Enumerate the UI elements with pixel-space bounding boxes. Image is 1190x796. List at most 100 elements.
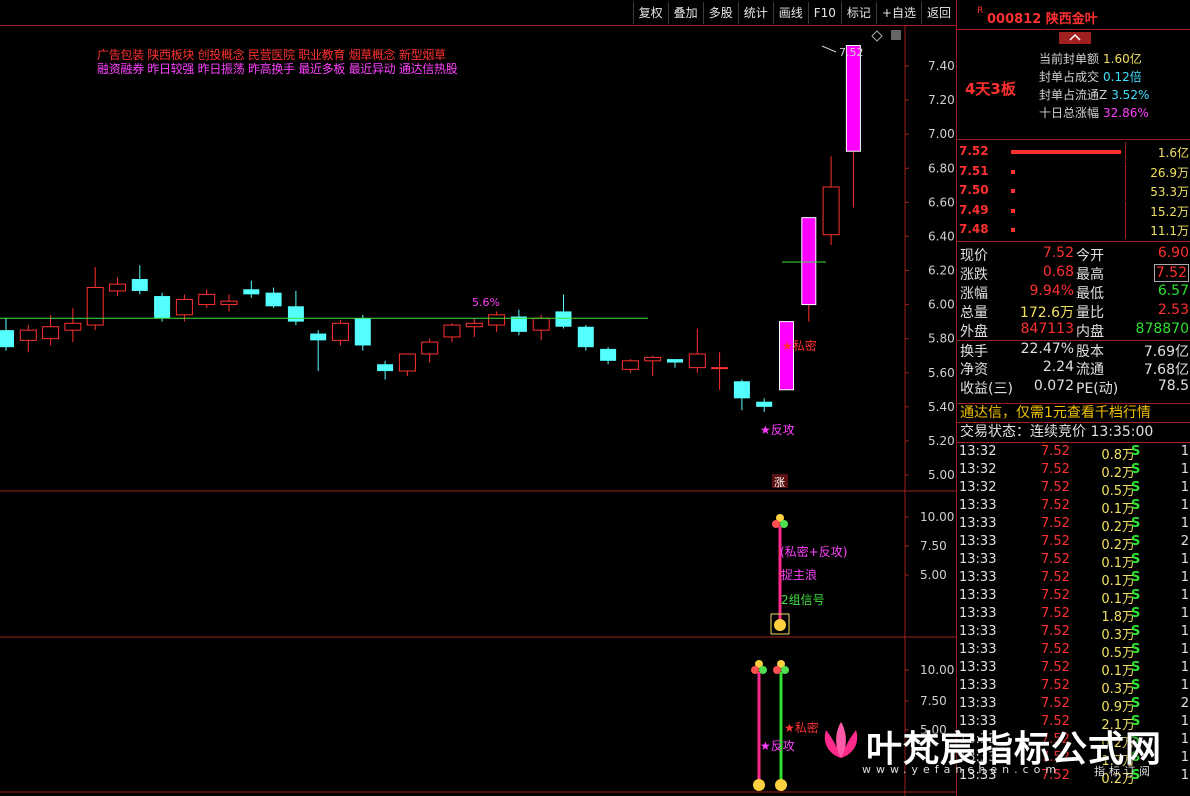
order-book: 7.52 1.6亿 7.51 26.9万 7.50 53.3万 7.49 15.2万 7.48 1… <box>957 140 1190 242</box>
toolbar-item[interactable]: +自选 <box>875 1 921 24</box>
quote-row: 总量 172.6万 量比 2.53 <box>957 302 1190 321</box>
quote-row: 外盘 847113 内盘 878870 <box>957 321 1190 340</box>
toolbar-item[interactable]: 叠加 <box>667 1 703 24</box>
fangong-annotation: ★反攻 <box>760 423 795 437</box>
price-axis-label: 7.40 <box>928 59 955 73</box>
sub2-axis-label: 7.50 <box>920 694 947 708</box>
candle <box>488 311 506 332</box>
quote-value: 78.5 <box>1157 378 1189 394</box>
candle <box>0 318 14 351</box>
tick-time: 13:33 <box>959 516 997 531</box>
tick-volume: 0.1万 <box>1101 574 1135 589</box>
tick-row: 13:33 7.52 0.2万 S 1 <box>957 732 1190 751</box>
tick-price: 7.52 <box>1041 462 1070 477</box>
last-price-label: 7.52 <box>839 46 864 59</box>
toolbar-item[interactable]: 画线 <box>772 1 808 24</box>
signal-balls-icon <box>751 660 767 674</box>
quote-value: 2.53 <box>1157 302 1189 318</box>
sub2-axis-label: 10.00 <box>920 663 954 677</box>
tick-side: S <box>1131 462 1141 477</box>
tick-time: 13:32 <box>959 480 997 495</box>
candle <box>198 289 216 308</box>
tick-side: S <box>1131 606 1141 621</box>
sub1-signal-text: (私密+反攻) <box>780 544 847 559</box>
candle <box>310 330 327 372</box>
price-axis-label: 6.80 <box>928 161 955 175</box>
candle <box>822 156 840 245</box>
tdx-ad-banner[interactable]: 通达信，仅需1元查看千档行情 <box>957 403 1190 423</box>
stock-code-name: 000812 陕西金叶 <box>987 12 1098 27</box>
ob-divider <box>1125 161 1126 181</box>
tick-price: 7.52 <box>1041 606 1070 621</box>
tick-list[interactable]: 13:32 7.52 0.8万 S 1 13:32 7.52 0.2万 S 1 13:32 7.52 0… <box>957 444 1190 787</box>
tick-time: 13:33 <box>959 696 997 711</box>
tick-side: S <box>1131 732 1141 747</box>
candle <box>42 314 60 346</box>
price-axis-label: 5.20 <box>928 434 955 448</box>
tick-count: 1 <box>1180 624 1189 639</box>
quote-row: 现价 7.52 今开 6.90 <box>957 245 1190 264</box>
quote-label: 现价 <box>960 248 988 264</box>
tick-side: S <box>1131 750 1141 765</box>
info-value: 32.86% <box>1103 106 1149 120</box>
tick-time: 13:33 <box>959 750 997 765</box>
candle <box>688 328 706 373</box>
ob-volume: 53.3万 <box>1150 185 1189 199</box>
price-axis-label: 7.20 <box>928 93 955 107</box>
tick-side: S <box>1131 534 1141 549</box>
ob-bar <box>1011 150 1121 154</box>
candle <box>354 314 371 351</box>
ob-volume: 1.6亿 <box>1157 146 1189 160</box>
candle <box>243 280 260 298</box>
tick-row: 13:32 7.52 0.8万 S 1 <box>957 444 1190 463</box>
tick-price: 7.52 <box>1041 516 1070 531</box>
tick-row: 13:33 7.52 0.9万 S 2 <box>957 696 1190 715</box>
diamond-icon <box>871 30 883 42</box>
tick-time: 13:32 <box>959 444 997 459</box>
tick-volume: 1.8万 <box>1101 610 1135 625</box>
tick-time: 13:33 <box>959 624 997 639</box>
tick-row: 13:33 7.52 0.1万 S 1 <box>957 498 1190 517</box>
candle <box>845 45 861 208</box>
quote-label: 最低 <box>1076 286 1104 302</box>
tick-volume: 0.2万 <box>1101 466 1135 481</box>
toolbar-item[interactable]: 标记 <box>840 1 876 24</box>
order-book-row: 7.48 11.1万 <box>957 220 1190 241</box>
candle <box>733 379 750 411</box>
tick-count: 1 <box>1180 516 1189 531</box>
tick-count: 1 <box>1180 714 1189 729</box>
tick-volume: 0.2万 <box>1101 538 1135 553</box>
ob-price: 7.49 <box>959 202 989 217</box>
kline-chart-area[interactable]: 广告包装 陕西板块 创投概念 民营医院 职业教育 烟草概念 新型烟草 融资融券 … <box>0 26 956 796</box>
pct-label: 5.6% <box>472 296 500 309</box>
tick-volume: 0.5万 <box>1101 484 1135 499</box>
toolbar-item[interactable]: 统计 <box>737 1 773 24</box>
quote-value: 172.6万 <box>1019 305 1074 321</box>
tick-side: S <box>1131 678 1141 693</box>
tick-side: S <box>1131 570 1141 585</box>
toolbar-item[interactable]: 多股 <box>702 1 738 24</box>
candle <box>154 292 171 322</box>
ob-bar <box>1011 228 1015 232</box>
limit-streak-label: 4天3板 <box>965 80 1016 98</box>
price-axis-label: 5.60 <box>928 366 955 380</box>
quote-label: 内盘 <box>1076 324 1104 340</box>
info-label: 封单占成交 <box>1039 70 1100 84</box>
tick-price: 7.52 <box>1041 480 1070 495</box>
sub1-signal-text: 2组信号 <box>781 593 825 607</box>
ob-volume: 26.9万 <box>1150 165 1189 180</box>
order-book-row: 7.49 15.2万 <box>957 200 1190 222</box>
toolbar-item[interactable]: 返回 <box>920 1 956 24</box>
tick-time: 13:33 <box>959 768 997 783</box>
tick-count: 1 <box>1180 750 1189 765</box>
tick-volume: 0.1万 <box>1101 556 1135 571</box>
trade-state: 交易状态：连续竞价 13:35:00 <box>957 423 1190 443</box>
quote-label: 最高 <box>1076 267 1104 283</box>
money-bag-icon <box>775 779 787 791</box>
tick-volume: 0.1万 <box>1101 502 1135 517</box>
toolbar-item[interactable]: 复权 <box>632 1 668 24</box>
toolbar-item[interactable]: F10 <box>807 1 841 24</box>
ob-bar <box>1011 189 1015 193</box>
stock-header[interactable]: R 000812 陕西金叶 <box>957 0 1190 44</box>
ob-price: 7.51 <box>959 163 989 178</box>
